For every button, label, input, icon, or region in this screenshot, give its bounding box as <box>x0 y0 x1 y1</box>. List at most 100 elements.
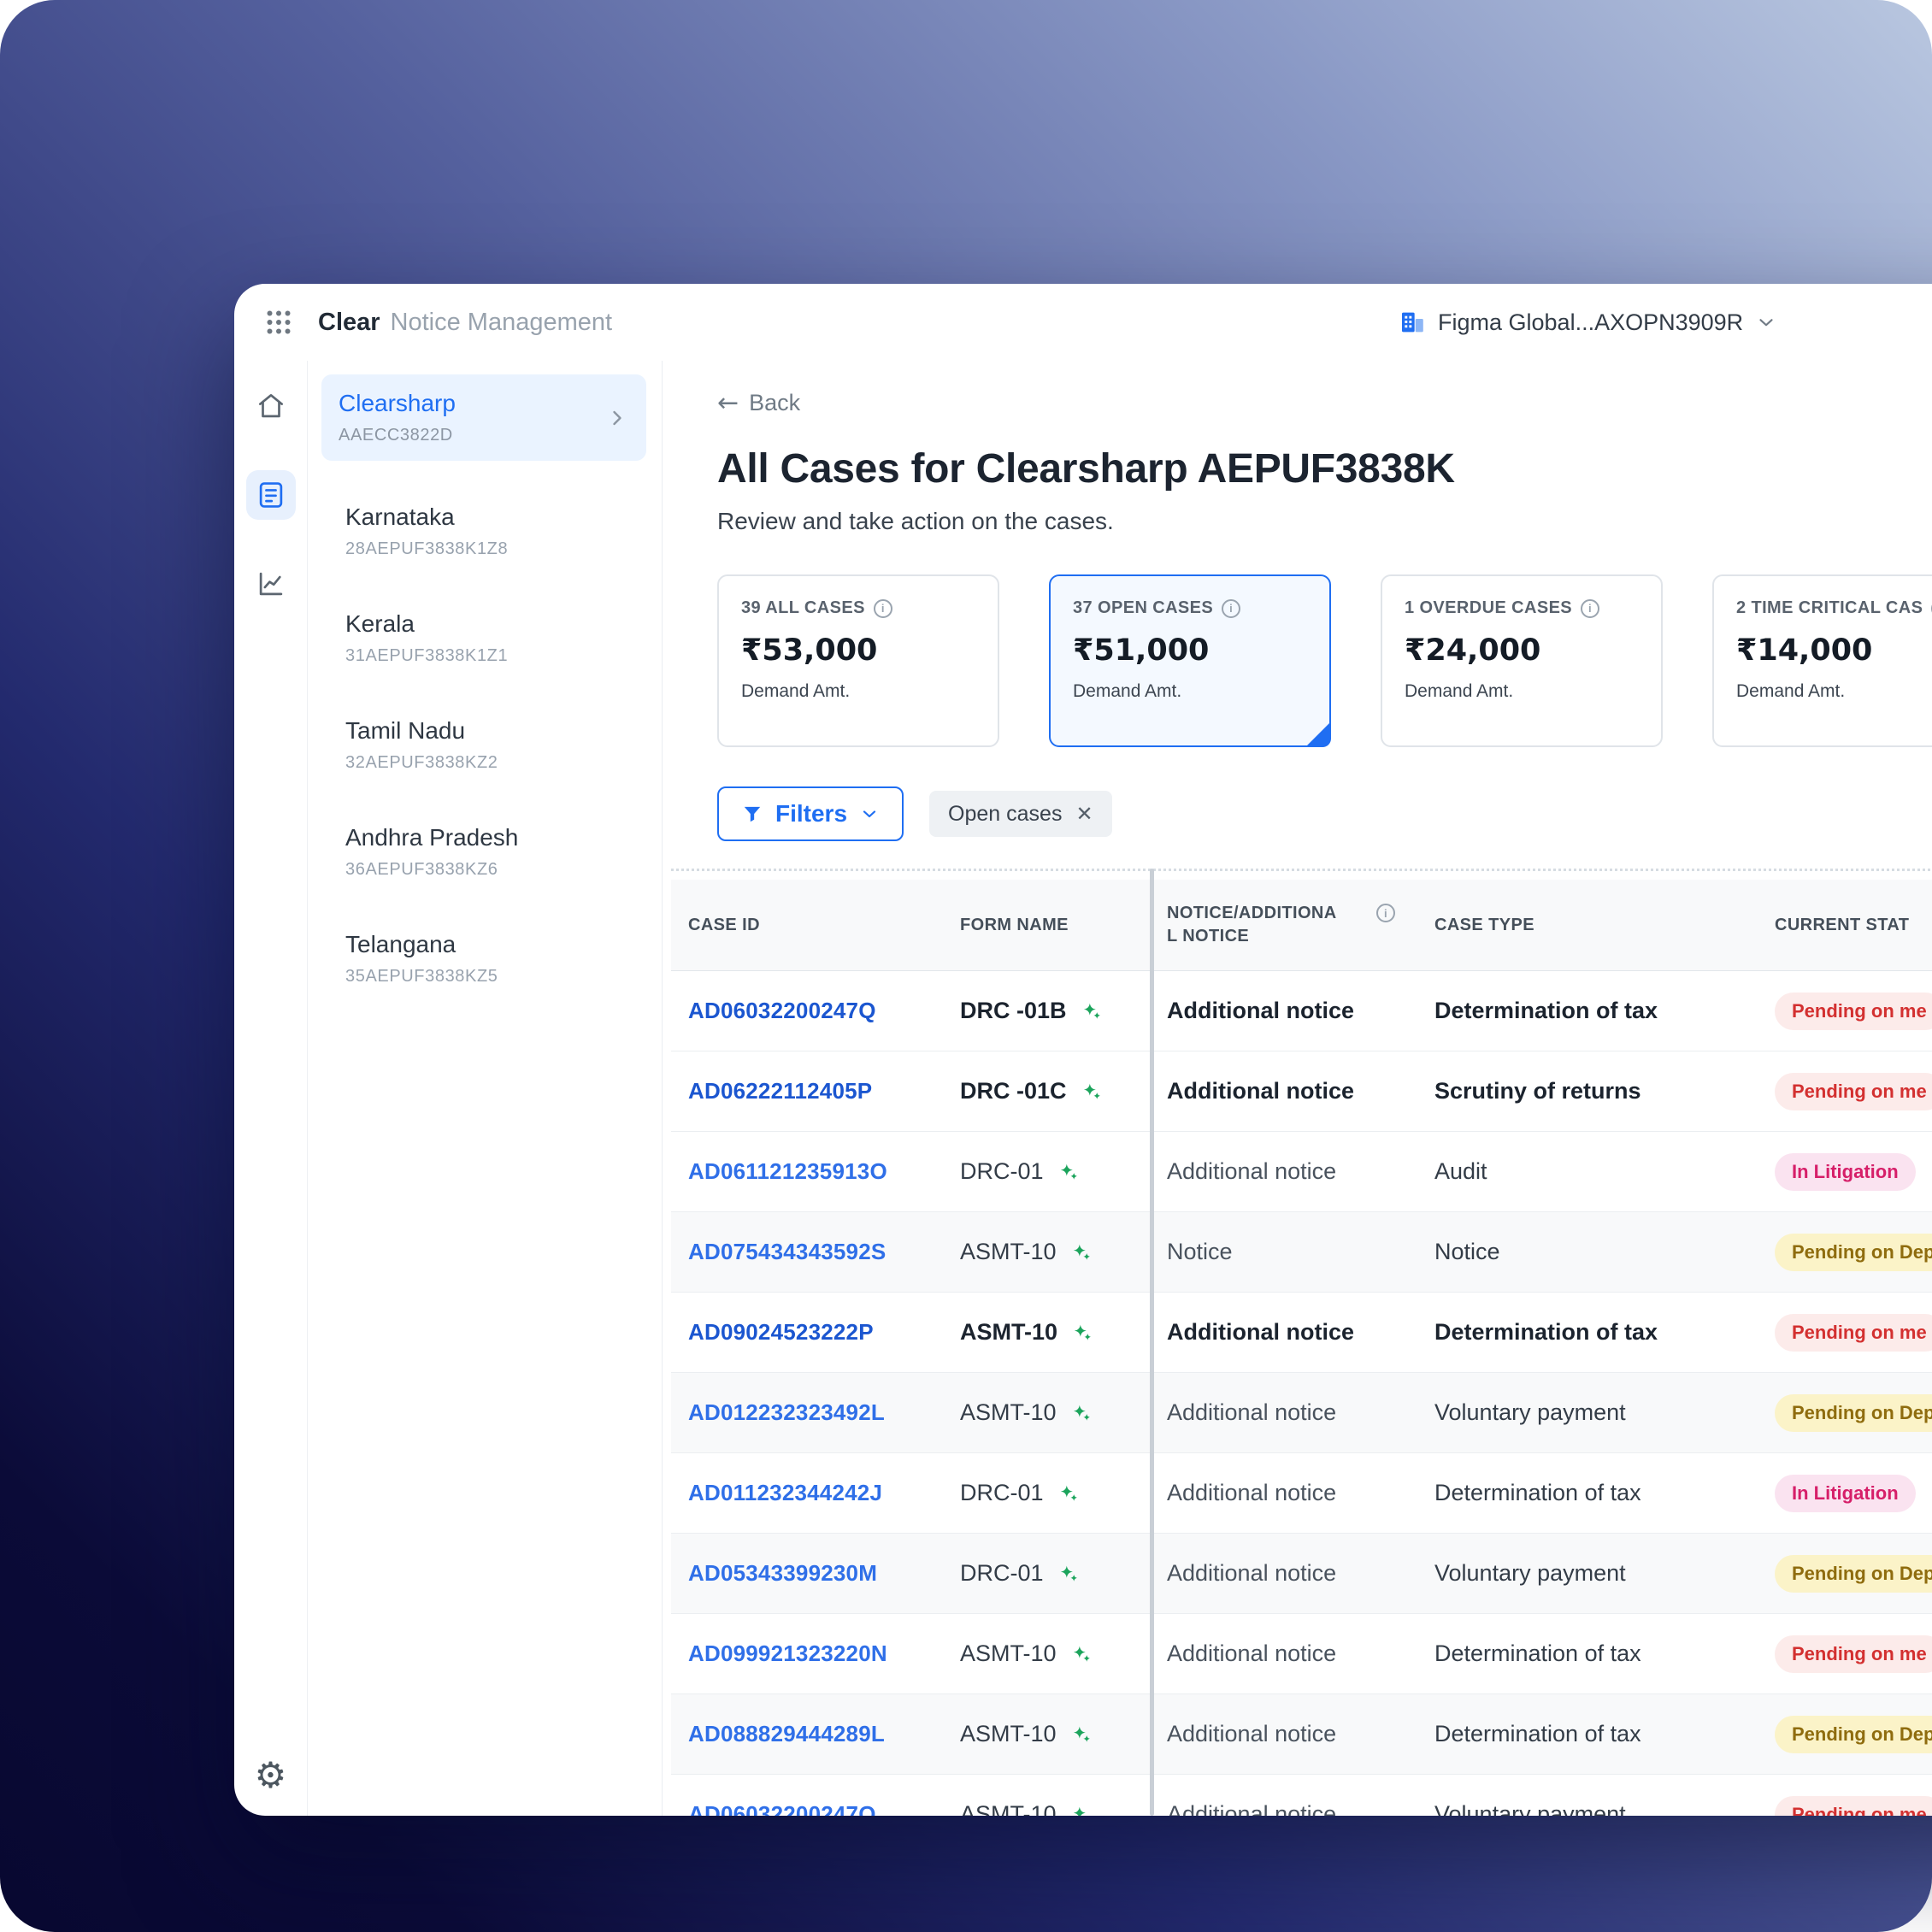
table-row[interactable]: AD061121235913O DRC-01 Additional notice… <box>671 1132 1932 1212</box>
stat-cards: 39 ALL CASES i ₹53,000 Demand Amt. 37 OP… <box>717 574 1932 747</box>
form-name: DRC-01 <box>960 1480 1044 1505</box>
table-row[interactable]: AD011232344242J DRC-01 Additional notice… <box>671 1453 1932 1534</box>
entity-gstin: AAECC3822D <box>339 426 453 445</box>
form-name: DRC -01B <box>960 998 1067 1023</box>
chart-icon <box>259 572 282 596</box>
case-id-link[interactable]: AD088829444289L <box>671 1721 943 1747</box>
table-row[interactable]: AD088829444289L ASMT-10 Additional notic… <box>671 1694 1932 1775</box>
ai-sparkle-icon <box>1073 1806 1087 1816</box>
case-id-link[interactable]: AD05343399230M <box>671 1560 943 1587</box>
table-row[interactable]: AD05343399230M DRC-01 Additional notice … <box>671 1534 1932 1614</box>
state-list: Karnataka 28AEPUF3838K1Z8 Kerala 31AEPUF… <box>321 478 646 1012</box>
case-id-link[interactable]: AD012232323492L <box>671 1399 943 1426</box>
table-row[interactable]: AD012232323492L ASMT-10 Additional notic… <box>671 1373 1932 1453</box>
form-name: ASMT-10 <box>960 1721 1057 1746</box>
status-badge: Pending on me <box>1775 1795 1932 1816</box>
table-row[interactable]: AD06222112405P DRC -01C Additional notic… <box>671 1051 1932 1132</box>
state-gstin: 35AEPUF3838KZ5 <box>345 967 498 986</box>
case-type: Voluntary payment <box>1434 1560 1626 1586</box>
case-id-link[interactable]: AD099921323220N <box>671 1640 943 1667</box>
table-row[interactable]: AD06032200247Q DRC -01B Additional notic… <box>671 971 1932 1051</box>
notice-type: Additional notice <box>1167 1721 1337 1746</box>
case-id-link[interactable]: AD09024523222P <box>671 1319 943 1346</box>
case-id-link[interactable]: AD06222112405P <box>671 1078 943 1104</box>
table-row[interactable]: AD09024523222P ASMT-10 Additional notice… <box>671 1293 1932 1373</box>
stat-card-amount: ₹24,000 <box>1405 633 1541 668</box>
ai-sparkle-icon <box>1060 1163 1077 1180</box>
info-icon[interactable]: i <box>1222 598 1241 618</box>
back-arrow-icon: ← <box>717 387 739 418</box>
nav-notices[interactable] <box>245 470 296 520</box>
info-icon[interactable]: i <box>1581 598 1600 618</box>
notice-type: Additional notice <box>1167 1801 1337 1816</box>
chevron-down-icon <box>863 810 876 818</box>
chip-close-icon[interactable]: ✕ <box>1075 802 1093 826</box>
table-row[interactable]: AD06032200247Q ASMT-10 Additional notice… <box>671 1775 1932 1816</box>
sidebar-item-clearsharp[interactable]: Clearsharp AAECC3822D <box>321 374 646 461</box>
settings-icon[interactable]: ⚙ <box>255 1758 287 1794</box>
sidebar-item-state[interactable]: Tamil Nadu 32AEPUF3838KZ2 <box>321 692 646 798</box>
notice-type: Additional notice <box>1167 1078 1354 1104</box>
stat-card[interactable]: 2 TIME CRITICAL CAS i ₹14,000 Demand Amt… <box>1712 574 1932 747</box>
form-name: ASMT-10 <box>960 1801 1057 1816</box>
case-type: Determination of tax <box>1434 1721 1641 1746</box>
chevron-down-icon <box>1759 319 1773 327</box>
org-selector[interactable]: Figma Global...AXOPN3909R <box>1399 284 1777 361</box>
product-name: Notice Management <box>390 308 613 336</box>
stat-card-amount: ₹53,000 <box>741 633 878 668</box>
table-row[interactable]: AD099921323220N ASMT-10 Additional notic… <box>671 1614 1932 1694</box>
state-gstin: 36AEPUF3838KZ6 <box>345 860 498 879</box>
stat-card[interactable]: 39 ALL CASES i ₹53,000 Demand Amt. <box>717 574 999 747</box>
filter-chip-open-cases[interactable]: Open cases ✕ <box>929 791 1112 837</box>
icon-rail: ⚙ <box>234 361 308 1816</box>
status-badge: In Litigation <box>1775 1474 1916 1512</box>
ai-sparkle-icon <box>1073 1405 1090 1421</box>
case-type: Scrutiny of returns <box>1434 1078 1641 1104</box>
table-row[interactable]: AD075434343592S ASMT-10 Notice Notice Pe… <box>671 1212 1932 1293</box>
col-form-name: FORM NAME <box>960 915 1069 934</box>
case-type: Audit <box>1434 1158 1487 1184</box>
sidebar-item-state[interactable]: Telangana 35AEPUF3838KZ5 <box>321 905 646 1012</box>
entity-name: Clearsharp <box>339 390 456 416</box>
app-launcher-icon[interactable] <box>263 307 294 338</box>
ai-sparkle-icon <box>1060 1565 1077 1582</box>
notice-type: Additional notice <box>1167 1319 1354 1345</box>
nav-analytics[interactable] <box>246 559 296 609</box>
status-badge: Pending on Dept <box>1775 1715 1932 1753</box>
case-id-link[interactable]: AD075434343592S <box>671 1239 943 1265</box>
status-badge: In Litigation <box>1775 1152 1916 1191</box>
stat-card-label: 2 TIME CRITICAL CAS <box>1736 598 1923 617</box>
stat-card[interactable]: 37 OPEN CASES i ₹51,000 Demand Amt. <box>1049 574 1331 747</box>
home-icon <box>258 393 283 418</box>
col-current-status: CURRENT STAT <box>1775 915 1910 934</box>
sidebar-item-state[interactable]: Karnataka 28AEPUF3838K1Z8 <box>321 478 646 585</box>
top-bar: Clear Notice Management Figma Global...A… <box>234 284 1932 361</box>
ai-sparkle-icon <box>1073 1244 1090 1260</box>
sidebar-item-state[interactable]: Andhra Pradesh 36AEPUF3838KZ6 <box>321 798 646 905</box>
nav-home[interactable] <box>246 381 296 431</box>
stat-card-amount: ₹14,000 <box>1736 633 1873 668</box>
info-icon[interactable]: i <box>1376 904 1395 922</box>
case-type: Determination of tax <box>1434 1640 1641 1666</box>
stat-card[interactable]: 1 OVERDUE CASES i ₹24,000 Demand Amt. <box>1381 574 1663 747</box>
ai-sparkle-icon <box>1073 1726 1090 1742</box>
filters-button[interactable]: Filters <box>717 786 904 841</box>
back-button[interactable]: ← Back <box>717 390 800 416</box>
stat-card-caption: Demand Amt. <box>1736 681 1846 701</box>
form-name: ASMT-10 <box>960 1399 1057 1425</box>
status-badge: Pending on me <box>1775 1313 1932 1352</box>
state-name: Andhra Pradesh <box>345 824 519 851</box>
info-icon[interactable]: i <box>873 598 892 618</box>
state-name: Kerala <box>345 610 415 637</box>
frozen-column-divider[interactable] <box>1150 869 1154 1816</box>
case-id-link[interactable]: AD06032200247Q <box>671 1801 943 1816</box>
stat-card-caption: Demand Amt. <box>741 681 851 701</box>
case-id-link[interactable]: AD06032200247Q <box>671 998 943 1024</box>
form-name: ASMT-10 <box>960 1319 1058 1345</box>
form-name: ASMT-10 <box>960 1239 1057 1264</box>
sidebar-item-state[interactable]: Kerala 31AEPUF3838K1Z1 <box>321 585 646 692</box>
ai-sparkle-icon <box>1073 1646 1090 1662</box>
case-id-link[interactable]: AD011232344242J <box>671 1480 943 1506</box>
case-id-link[interactable]: AD061121235913O <box>671 1158 943 1185</box>
form-name: DRC -01C <box>960 1078 1067 1104</box>
